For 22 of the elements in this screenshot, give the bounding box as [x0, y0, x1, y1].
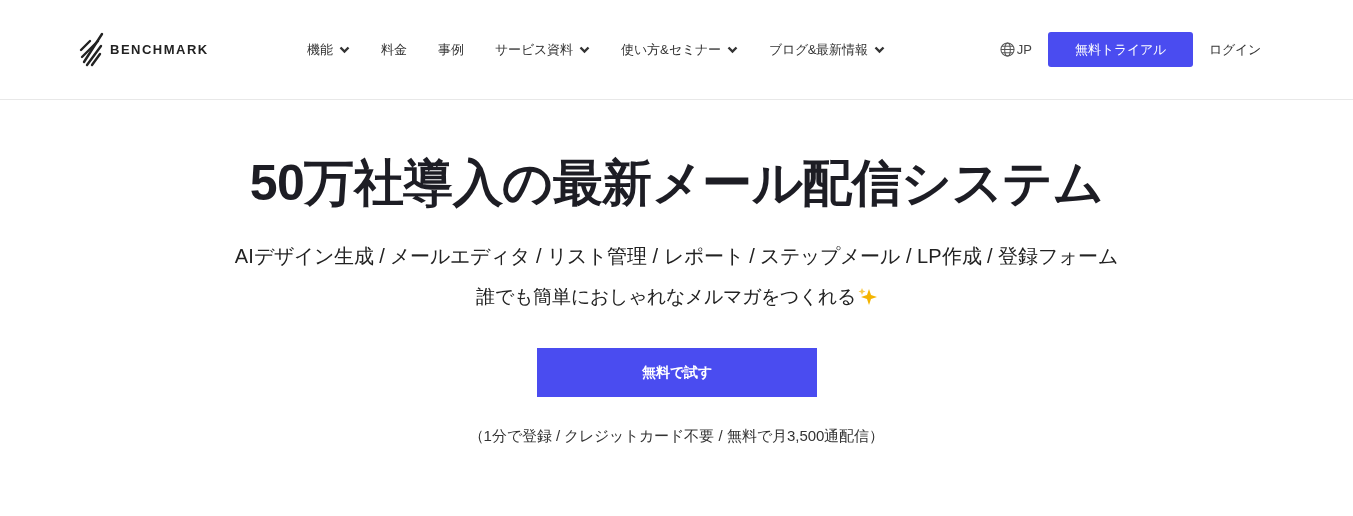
logo-icon — [78, 31, 104, 68]
chevron-down-icon — [339, 45, 350, 54]
logo-text[interactable]: BENCHMARK — [110, 42, 209, 57]
try-free-button[interactable]: 無料で試す — [536, 348, 817, 397]
nav-link[interactable]: サービス資料 — [495, 40, 590, 59]
chevron-down-icon — [874, 45, 886, 54]
chevron-down-icon — [726, 45, 738, 54]
nav-link[interactable]: ブログ&最新情報 — [768, 40, 886, 59]
free-trial-button[interactable]: 無料トライアル — [1048, 32, 1193, 67]
nav-link[interactable]: 事例 — [438, 40, 464, 59]
tagline: 誰でも簡単におしゃれなメルマガをつくれる — [475, 285, 856, 309]
sparkles-icon — [857, 287, 878, 307]
nav-link[interactable]: 機能 — [307, 40, 350, 59]
nav-link[interactable]: 使い方&セミナー — [621, 40, 738, 59]
signup-note: （1分で登録 / クレジットカード不要 / 無料で月3,500通配信） — [468, 427, 885, 446]
chevron-down-icon — [579, 45, 590, 54]
hero-title: 50万社導入の最新メール配信システム — [249, 154, 1104, 213]
nav-link[interactable]: 料金 — [381, 40, 407, 59]
feature-list: AIデザイン生成 / メールエディタ / リスト管理 / レポート / ステップメール / LP作成 / 登録フォーム — [234, 243, 1119, 270]
globe-icon — [999, 42, 1015, 57]
login-link[interactable]: ログイン — [1209, 40, 1261, 59]
language-selector[interactable]: JP — [999, 42, 1032, 57]
